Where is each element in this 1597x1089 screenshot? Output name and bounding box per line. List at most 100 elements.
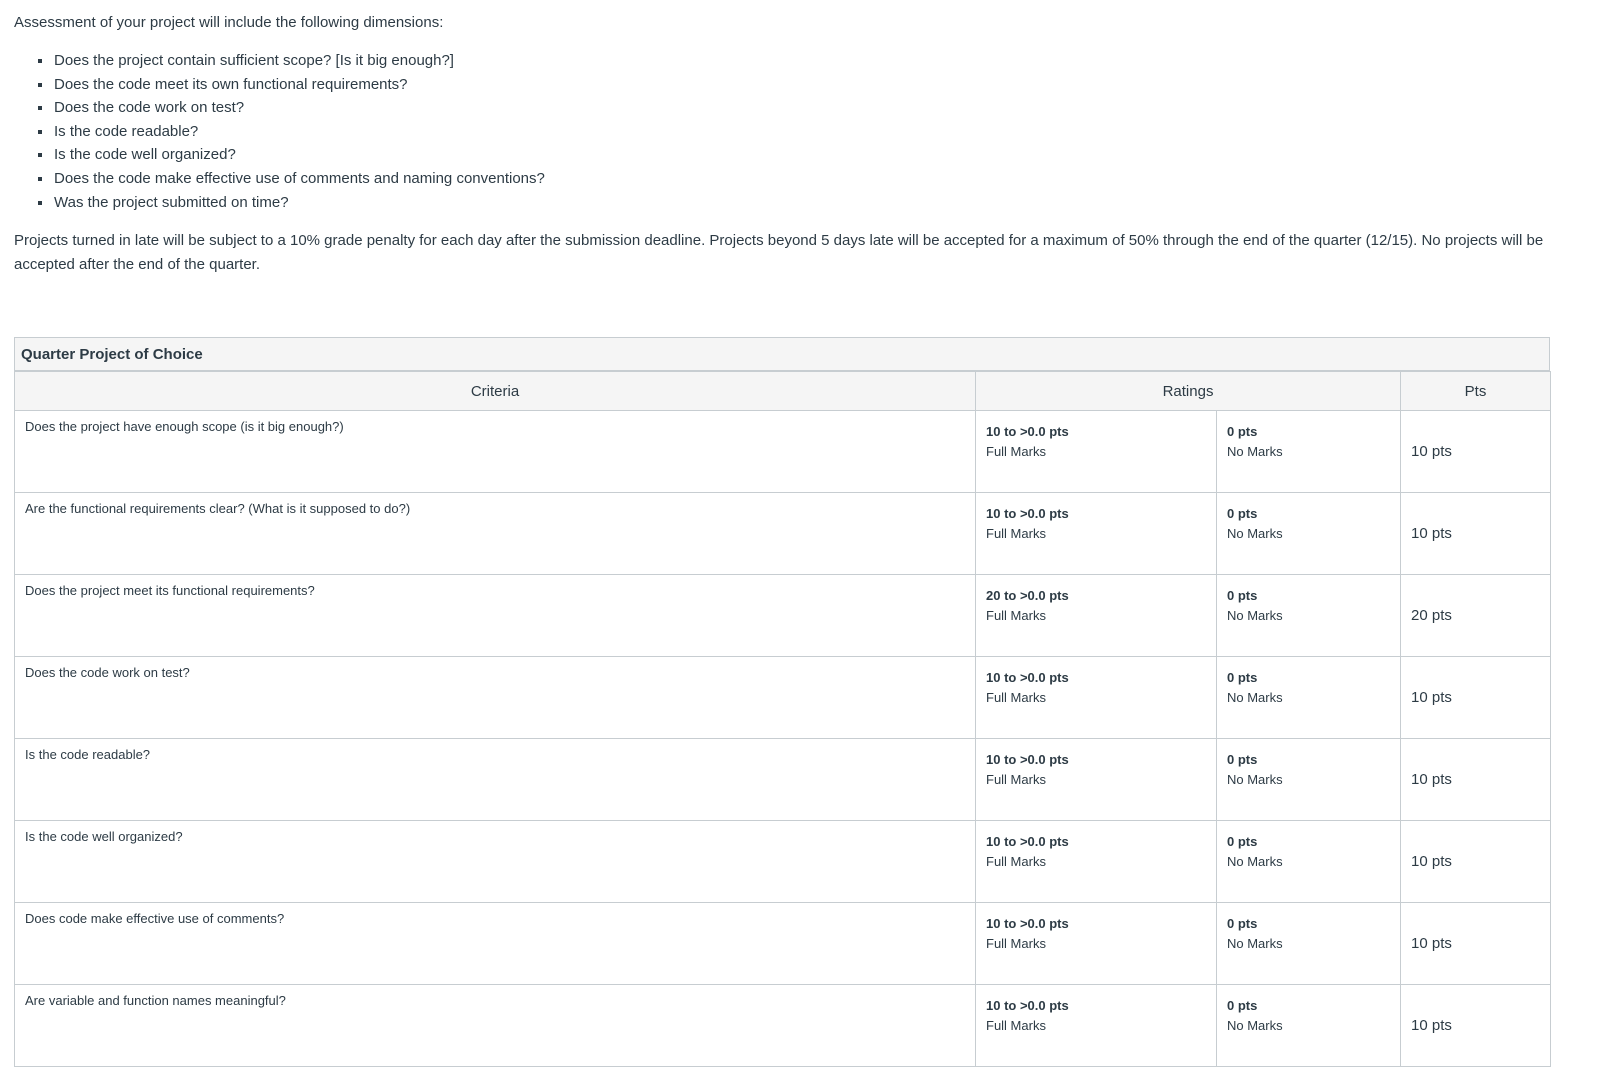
intro-text: Assessment of your project will include … (14, 14, 444, 31)
rating-label: No Marks (1227, 690, 1283, 705)
rating-full-marks: 10 to >0.0 pts Full Marks (975, 902, 1217, 985)
points-value: 10 pts (1411, 689, 1452, 706)
rating-label: No Marks (1227, 936, 1283, 951)
criterion-cell: Does the code work on test? (14, 656, 976, 739)
points-cell: 20 pts (1400, 574, 1552, 657)
criteria-header: Criteria (14, 371, 976, 411)
late-policy-text: Projects turned in late will be subject … (14, 232, 1544, 273)
bullet-icon (38, 129, 42, 134)
list-item-text: Does the code work on test? (54, 99, 245, 117)
rating-no-marks: 0 pts No Marks (1215, 820, 1402, 903)
rating-points: 20 to >0.0 pts (986, 588, 1069, 603)
rating-full-marks: 10 to >0.0 pts Full Marks (975, 656, 1217, 739)
rating-no-marks: 0 pts No Marks (1215, 410, 1402, 493)
rating-no-marks: 0 pts No Marks (1215, 574, 1402, 657)
table-row: Are the functional requirements clear? (… (14, 492, 1552, 575)
points-value: 20 pts (1411, 607, 1452, 624)
points-cell: 10 pts (1400, 410, 1552, 493)
rating-points: 0 pts (1227, 424, 1258, 439)
rating-full-marks: 20 to >0.0 pts Full Marks (975, 574, 1217, 657)
table-row: Does code make effective use of comments… (14, 902, 1552, 985)
assignment-description: Assessment of your project will include … (14, 12, 1584, 276)
points-cell: 10 pts (1400, 902, 1552, 985)
rubric-table: Criteria Ratings Pts Does the project ha… (14, 371, 1552, 1067)
points-cell: 10 pts (1400, 820, 1552, 903)
rating-points: 0 pts (1227, 916, 1258, 931)
rating-label: Full Marks (986, 690, 1046, 705)
list-item-text: Does the code make effective use of comm… (54, 169, 545, 187)
list-item-text: Does the code meet its own functional re… (54, 75, 408, 93)
rating-label: No Marks (1227, 1018, 1283, 1033)
points-cell: 10 pts (1400, 984, 1552, 1067)
bullet-icon (38, 82, 42, 87)
criterion-cell: Are variable and function names meaningf… (14, 984, 976, 1067)
rating-no-marks: 0 pts No Marks (1215, 984, 1402, 1067)
rating-label: No Marks (1227, 526, 1283, 541)
table-row: Are variable and function names meaningf… (14, 984, 1552, 1067)
criterion-description: Are the functional requirements clear? (… (25, 501, 411, 516)
list-item: Does the project contain sufficient scop… (38, 49, 1584, 73)
rating-points: 10 to >0.0 pts (986, 752, 1069, 767)
rating-label: Full Marks (986, 526, 1046, 541)
criterion-cell: Does the project meet its functional req… (14, 574, 976, 657)
table-row: Does the code work on test? 10 to >0.0 p… (14, 656, 1552, 739)
rating-label: Full Marks (986, 608, 1046, 623)
assessment-dimensions-list: Does the project contain sufficient scop… (14, 49, 1584, 214)
rating-points: 0 pts (1227, 998, 1258, 1013)
rating-no-marks: 0 pts No Marks (1215, 492, 1402, 575)
rating-label: Full Marks (986, 444, 1046, 459)
rating-points: 10 to >0.0 pts (986, 424, 1069, 439)
rating-points: 0 pts (1227, 752, 1258, 767)
criterion-cell: Is the code well organized? (14, 820, 976, 903)
list-item-text: Is the code well organized? (54, 146, 236, 164)
rating-no-marks: 0 pts No Marks (1215, 656, 1402, 739)
points-value: 10 pts (1411, 525, 1452, 542)
rating-points: 10 to >0.0 pts (986, 998, 1069, 1013)
points-value: 10 pts (1411, 853, 1452, 870)
criterion-description: Are variable and function names meaningf… (25, 993, 286, 1008)
criterion-description: Does the code work on test? (25, 665, 190, 680)
rating-label: Full Marks (986, 854, 1046, 869)
list-item: Does the code meet its own functional re… (38, 73, 1584, 97)
rating-full-marks: 10 to >0.0 pts Full Marks (975, 738, 1217, 821)
rating-label: No Marks (1227, 608, 1283, 623)
list-item: Does the code make effective use of comm… (38, 167, 1584, 191)
rating-no-marks: 0 pts No Marks (1215, 738, 1402, 821)
list-item: Is the code well organized? (38, 143, 1584, 167)
table-row: Does the project meet its functional req… (14, 574, 1552, 657)
rating-points: 0 pts (1227, 834, 1258, 849)
points-cell: 10 pts (1400, 492, 1552, 575)
criterion-description: Is the code well organized? (25, 829, 183, 844)
bullet-icon (38, 153, 42, 158)
points-value: 10 pts (1411, 1017, 1452, 1034)
pts-header: Pts (1400, 371, 1552, 411)
rating-label: No Marks (1227, 772, 1283, 787)
criterion-cell: Are the functional requirements clear? (… (14, 492, 976, 575)
rating-no-marks: 0 pts No Marks (1215, 902, 1402, 985)
points-cell: 10 pts (1400, 738, 1552, 821)
rating-points: 10 to >0.0 pts (986, 670, 1069, 685)
criterion-description: Is the code readable? (25, 747, 151, 762)
rating-label: No Marks (1227, 444, 1283, 459)
points-cell: 10 pts (1400, 656, 1552, 739)
rating-points: 10 to >0.0 pts (986, 916, 1069, 931)
rating-points: 10 to >0.0 pts (986, 506, 1069, 521)
criterion-description: Does the project have enough scope (is i… (25, 419, 344, 434)
ratings-header: Ratings (974, 371, 1402, 411)
rubric-title-bar: Quarter Project of Choice (14, 337, 1550, 371)
table-row: Is the code readable? 10 to >0.0 pts Full… (14, 738, 1552, 821)
list-item: Does the code work on test? (38, 96, 1584, 120)
criterion-description: Does the project meet its functional req… (25, 583, 315, 598)
rating-label: Full Marks (986, 1018, 1046, 1033)
criterion-cell: Does code make effective use of comments… (14, 902, 976, 985)
bullet-icon (38, 106, 42, 111)
rubric-title: Quarter Project of Choice (21, 346, 203, 363)
points-value: 10 pts (1411, 771, 1452, 788)
rubric-header-row: Criteria Ratings Pts (14, 371, 1552, 411)
bullet-icon (38, 59, 42, 63)
table-row: Is the code well organized? 10 to >0.0 p… (14, 820, 1552, 903)
rating-label: No Marks (1227, 854, 1283, 869)
rating-label: Full Marks (986, 936, 1046, 951)
points-value: 10 pts (1411, 443, 1452, 460)
rating-points: 10 to >0.0 pts (986, 834, 1069, 849)
